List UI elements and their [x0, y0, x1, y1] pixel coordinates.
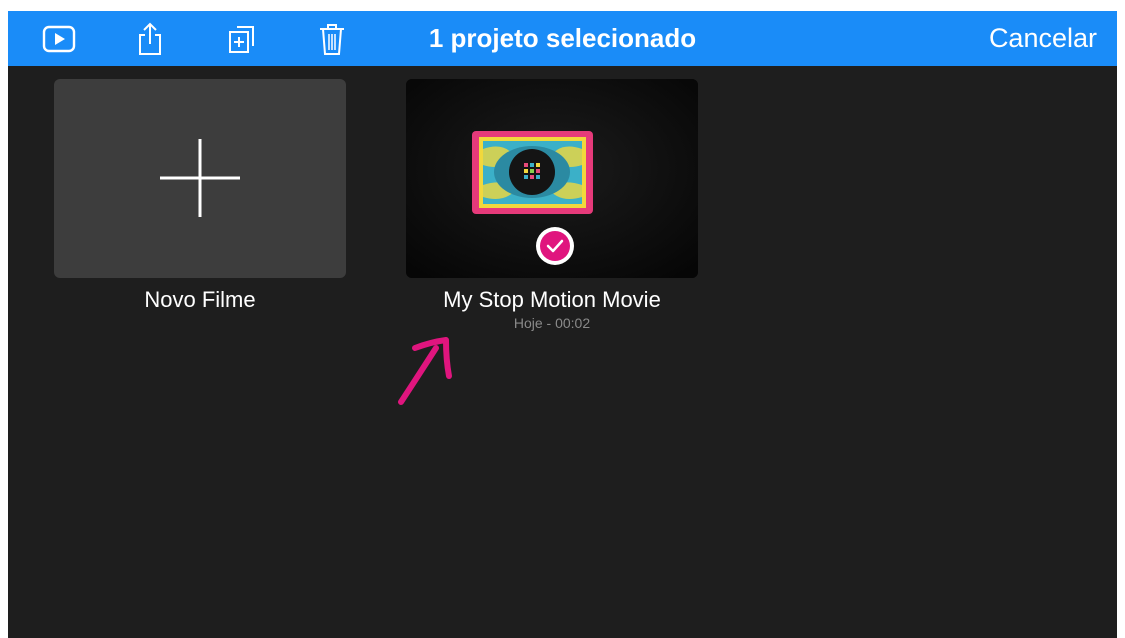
project-thumbnail-image — [406, 79, 698, 278]
arrow-icon — [398, 337, 452, 405]
selected-check-icon — [536, 227, 574, 265]
cancel-button[interactable]: Cancelar — [989, 11, 1097, 66]
selection-title: 1 projeto selecionado — [428, 23, 697, 53]
new-movie-tile[interactable] — [54, 79, 346, 278]
project-date: Hoje - 00:02 — [513, 315, 591, 331]
duplicate-icon[interactable] — [224, 22, 258, 56]
project-title: My Stop Motion Movie — [443, 287, 661, 312]
project-thumbnail[interactable] — [406, 79, 698, 278]
plus-icon — [160, 139, 240, 217]
toolbar: 1 projeto selecionado Cancelar — [8, 11, 1117, 66]
app-window: 1 projeto selecionado Cancelar Novo Film… — [8, 11, 1117, 638]
share-icon[interactable] — [133, 22, 167, 56]
card-image — [472, 131, 593, 214]
trash-icon[interactable] — [315, 22, 349, 56]
new-movie-label: Novo Filme — [144, 287, 256, 312]
play-icon[interactable] — [42, 22, 76, 56]
